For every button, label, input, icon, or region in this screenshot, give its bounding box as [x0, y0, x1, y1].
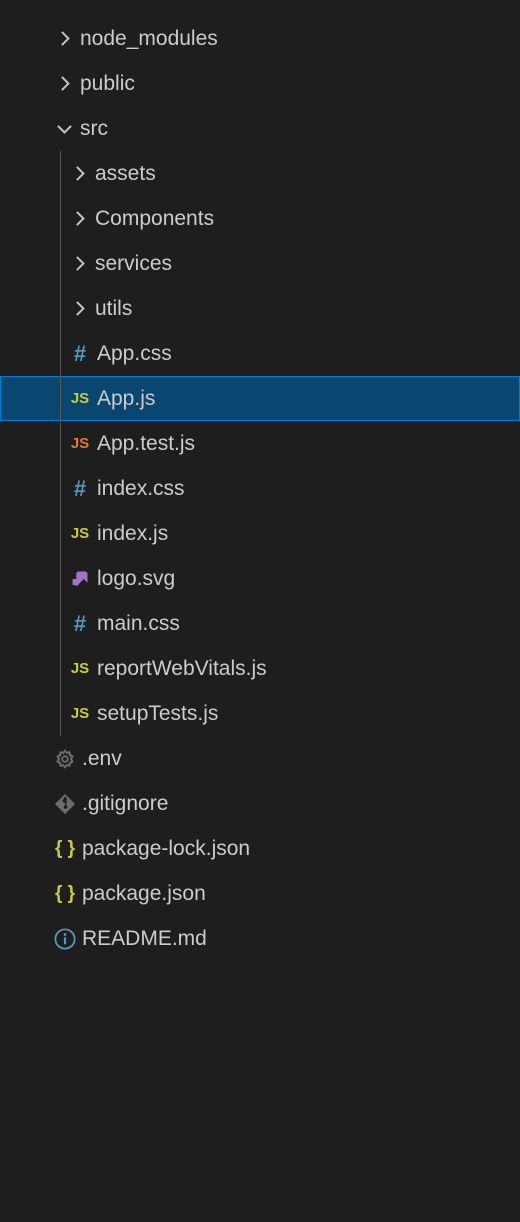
tree-item-label: .env [80, 747, 122, 771]
javascript-icon: JS [65, 705, 95, 722]
folder-item[interactable]: public [0, 61, 520, 106]
tree-item-label: App.test.js [95, 432, 195, 456]
file-item[interactable]: #main.css [0, 601, 520, 646]
file-item[interactable]: README.md [0, 916, 520, 961]
tree-item-label: App.css [95, 342, 172, 366]
file-item[interactable]: JSreportWebVitals.js [0, 646, 520, 691]
chevron-down-icon[interactable] [50, 118, 78, 139]
tree-item-label: src [78, 117, 108, 141]
tree-item-label: index.js [95, 522, 168, 546]
folder-item[interactable]: node_modules [0, 16, 520, 61]
tree-item-label: services [93, 252, 172, 276]
indent-guide [60, 646, 61, 691]
folder-item[interactable]: src [0, 106, 520, 151]
indent-guide [60, 601, 61, 646]
chevron-right-icon[interactable] [65, 298, 93, 319]
indent-guide [60, 241, 61, 286]
info-icon [50, 928, 80, 950]
indent-guide [60, 331, 61, 376]
indent-guide [60, 466, 61, 511]
folder-item[interactable]: utils [0, 286, 520, 331]
file-item[interactable]: JSindex.js [0, 511, 520, 556]
tree-item-label: node_modules [78, 27, 218, 51]
tree-item-label: App.js [95, 387, 155, 411]
javascript-icon: JS [65, 525, 95, 542]
javascript-icon: JS [65, 660, 95, 677]
tree-item-label: package.json [80, 882, 206, 906]
tree-item-label: .gitignore [80, 792, 168, 816]
file-item[interactable]: .env [0, 736, 520, 781]
tree-item-label: setupTests.js [95, 702, 218, 726]
chevron-right-icon[interactable] [50, 73, 78, 94]
folder-item[interactable]: Components [0, 196, 520, 241]
tree-item-label: README.md [80, 927, 207, 951]
tree-item-label: reportWebVitals.js [95, 657, 267, 681]
json-icon: { } [50, 838, 80, 860]
image-icon [65, 569, 95, 589]
file-item[interactable]: #App.css [0, 331, 520, 376]
file-item[interactable]: { }package-lock.json [0, 826, 520, 871]
indent-guide [60, 556, 61, 601]
css-icon: # [65, 613, 95, 635]
indent-guide [60, 511, 61, 556]
css-icon: # [65, 478, 95, 500]
chevron-right-icon[interactable] [65, 253, 93, 274]
gear-icon [50, 749, 80, 769]
indent-guide [60, 196, 61, 241]
indent-guide [60, 421, 61, 466]
tree-item-label: logo.svg [95, 567, 175, 591]
tree-item-label: package-lock.json [80, 837, 250, 861]
javascript-icon: JS [65, 390, 95, 407]
indent-guide [60, 691, 61, 736]
file-explorer-tree: node_modulespublic src assets Components ser… [0, 0, 520, 961]
folder-item[interactable]: services [0, 241, 520, 286]
indent-guide [60, 151, 61, 196]
folder-item[interactable]: assets [0, 151, 520, 196]
chevron-right-icon[interactable] [65, 163, 93, 184]
tree-item-label: assets [93, 162, 156, 186]
tree-item-label: main.css [95, 612, 180, 636]
indent-guide [60, 376, 61, 421]
chevron-right-icon[interactable] [50, 28, 78, 49]
file-item[interactable]: JSsetupTests.js [0, 691, 520, 736]
git-icon [50, 794, 80, 814]
tree-item-label: Components [93, 207, 214, 231]
css-icon: # [65, 343, 95, 365]
file-item[interactable]: logo.svg [0, 556, 520, 601]
indent-guide [60, 286, 61, 331]
tree-item-label: utils [93, 297, 132, 321]
javascript-test-icon: JS [65, 435, 95, 452]
file-item[interactable]: { }package.json [0, 871, 520, 916]
file-item[interactable]: .gitignore [0, 781, 520, 826]
tree-item-label: public [78, 72, 135, 96]
file-item[interactable]: JSApp.js [0, 376, 520, 421]
tree-item-label: index.css [95, 477, 185, 501]
json-icon: { } [50, 883, 80, 905]
chevron-right-icon[interactable] [65, 208, 93, 229]
file-item[interactable]: #index.css [0, 466, 520, 511]
file-item[interactable]: JSApp.test.js [0, 421, 520, 466]
